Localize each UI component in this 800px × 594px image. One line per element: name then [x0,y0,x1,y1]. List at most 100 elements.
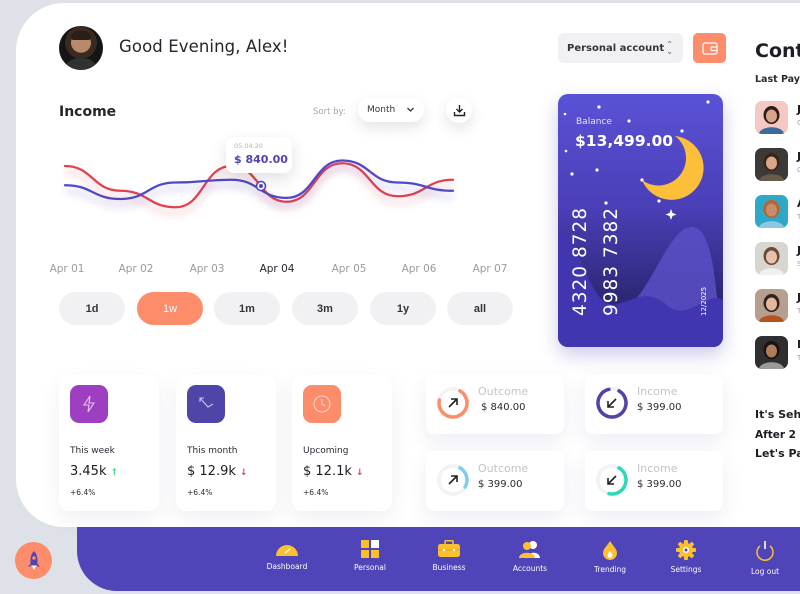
contact-item[interactable]: JS [755,242,800,276]
stat-card-this-month[interactable]: This month $ 12.9k ↓ +6.4% [176,375,276,511]
users-icon [519,541,540,558]
range-button-1m[interactable]: 1m [214,292,280,325]
contact-item[interactable]: AT [755,195,800,229]
clock-icon [313,395,331,413]
grid-icon [361,540,379,558]
chevron-down-icon [407,107,414,112]
contact-photo [755,242,788,275]
flow-card-outcome-2[interactable]: Outcome $ 399.00 [426,451,564,511]
stat-value-row: 3.45k ↑ [70,464,118,479]
user-avatar[interactable] [59,26,103,70]
range-button-3m[interactable]: 3m [292,292,358,325]
flow-card-income-2[interactable]: Income $ 399.00 [585,451,723,511]
flow-ring [437,464,469,496]
nav-label: Dashboard [266,562,308,571]
contact-photo [755,101,788,134]
sort-label: Sort by: [313,107,346,117]
stat-label: This month [187,446,238,456]
contact-item[interactable]: NT [755,336,800,370]
contact-item[interactable]: JC [755,101,800,135]
wallet-icon [701,41,718,55]
briefcase-icon [438,540,460,557]
x-tick-label: Apr 01 [49,263,85,275]
range-button-1d[interactable]: 1d [59,292,125,325]
flow-card-income-1[interactable]: Income $ 399.00 [585,374,723,434]
flow-card-outcome-1[interactable]: Outcome $ 840.00 [426,374,564,434]
contact-item[interactable]: JC [755,148,800,182]
trend-icon [199,397,214,408]
arrow-down-icon: ↓ [239,468,248,478]
rocket-button[interactable] [15,542,52,579]
x-tick-label: Apr 05 [331,263,367,275]
contact-item[interactable]: JT [755,289,800,323]
nav-item-business[interactable]: Business [419,540,479,582]
contact-avatar-icon [759,106,784,134]
balance-value: $13,499.00 [575,132,674,150]
stat-icon-tile [187,385,225,423]
arrow-down-icon: ↓ [355,468,364,478]
balance-label: Balance [576,117,612,127]
nav-label: Log out [750,567,780,576]
nav-item-settings[interactable]: Settings [656,540,716,582]
stat-value: $ 12.9k [187,464,236,479]
sort-select[interactable]: Month [358,98,424,122]
nav-item-personal[interactable]: Personal [340,540,400,582]
contact-photo [755,289,788,322]
contact-photo [755,148,788,181]
x-tick-label: Apr 03 [189,263,225,275]
stat-icon-tile [303,385,341,423]
balance-card[interactable]: Balance $13,499.00 4320 8728 9983 7382 1… [558,94,723,347]
stat-card-this-week[interactable]: This week 3.45k ↑ +6.4% [59,375,159,511]
flow-label: Outcome [478,462,529,475]
contact-avatar-icon [759,341,784,369]
contact-avatar-icon [759,247,784,275]
flow-ring [596,464,628,496]
stat-label: Upcoming [303,446,349,456]
nav-label: Personal [354,563,386,572]
stat-value: 3.45k [70,464,107,479]
nav-item-logout[interactable]: Log out [735,540,795,582]
stat-value-row: $ 12.1k ↓ [303,464,363,479]
nav-label: Settings [670,565,702,574]
x-tick-label: Apr 07 [472,263,508,275]
nav-item-trending[interactable]: Trending [580,540,640,582]
nav-item-dashboard[interactable]: Dashboard [257,540,317,582]
x-tick-label: Apr 06 [401,263,437,275]
highlight-point-dot [259,184,263,188]
chart-tooltip: 05.04.20 $ 840.00 [226,137,292,173]
range-button-1w[interactable]: 1w [137,292,203,325]
range-button-1y[interactable]: 1y [370,292,436,325]
account-select[interactable]: Personal account ⌃ ⌄ [558,33,683,63]
updown-chevron-icon: ⌃ ⌄ [666,40,673,56]
flow-value: $ 840.00 [481,402,526,413]
flow-value: $ 399.00 [478,479,523,490]
nav-label: Accounts [512,564,548,573]
card-number-part1: 4320 8728 [570,206,591,316]
download-button[interactable] [446,97,472,123]
card-number-part2: 9983 7382 [601,206,622,316]
download-icon [453,104,465,116]
stat-card-upcoming[interactable]: Upcoming $ 12.1k ↓ +6.4% [292,375,392,511]
nav-label: Business [432,563,466,572]
flow-value: $ 399.00 [637,402,682,413]
promo-line-1: It's Sehri time [755,408,800,421]
nav-label: Trending [593,565,627,574]
avatar-hair [71,31,91,40]
contact-photo [755,195,788,228]
nav-item-accounts[interactable]: Accounts [500,540,560,582]
contact-avatar-icon [759,153,784,181]
tooltip-date: 05.04.20 [234,142,263,150]
card-expiry: 12/2025 [700,286,708,316]
stat-label: This week [70,446,115,456]
flow-ring [596,387,628,419]
contact-avatar-icon [759,294,784,322]
income-title: Income [59,104,117,120]
range-button-all[interactable]: all [447,292,513,325]
stat-value-row: $ 12.9k ↓ [187,464,247,479]
wallet-button[interactable] [693,33,726,63]
flame-icon [603,541,617,560]
stat-icon-tile [70,385,108,423]
power-icon [756,541,774,561]
flow-label: Income [637,385,678,398]
arrow-up-icon: ↑ [110,468,119,478]
